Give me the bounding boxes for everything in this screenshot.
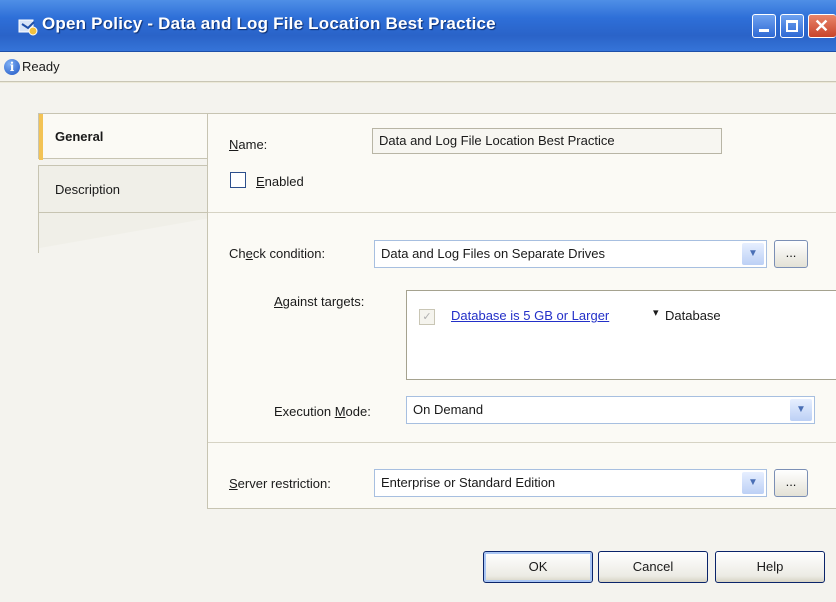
status-text: Ready bbox=[22, 59, 60, 74]
enabled-label[interactable]: Enabled bbox=[256, 174, 304, 189]
close-icon: ✕ bbox=[814, 16, 830, 36]
tab-general[interactable]: General bbox=[38, 113, 209, 160]
check-condition-select[interactable]: Data and Log Files on Separate Drives ▼ bbox=[374, 240, 767, 268]
minimize-icon bbox=[759, 29, 769, 32]
check-condition-label: Check condition: bbox=[229, 246, 326, 261]
chevron-down-icon[interactable]: ▼ bbox=[742, 472, 764, 494]
name-label: Name: bbox=[229, 137, 268, 152]
enabled-checkbox[interactable] bbox=[230, 172, 246, 188]
server-restriction-browse-button[interactable]: ... bbox=[774, 469, 808, 497]
maximize-button[interactable] bbox=[780, 14, 804, 38]
chevron-down-icon[interactable]: ▼ bbox=[742, 243, 764, 265]
separator bbox=[208, 442, 836, 443]
against-targets-label: Against targets: bbox=[274, 294, 365, 309]
separator bbox=[208, 212, 836, 213]
policy-icon bbox=[18, 19, 38, 36]
general-panel: Name: Data and Log File Location Best Pr… bbox=[207, 113, 836, 509]
check-condition-browse-button[interactable]: ... bbox=[774, 240, 808, 268]
check-condition-value: Data and Log Files on Separate Drives bbox=[381, 246, 606, 261]
window-title: Open Policy - Data and Log File Location… bbox=[42, 14, 496, 33]
server-restriction-label: Server restriction: bbox=[229, 476, 331, 491]
execution-mode-select[interactable]: On Demand ▼ bbox=[406, 396, 815, 424]
tab-list-tail bbox=[38, 213, 208, 253]
ok-button[interactable]: OK bbox=[483, 551, 593, 583]
name-field[interactable]: Data and Log File Location Best Practice bbox=[372, 128, 722, 154]
close-button[interactable]: ✕ bbox=[808, 14, 836, 38]
execution-mode-label: Execution Mode: bbox=[274, 404, 371, 419]
chevron-down-icon[interactable]: ▼ bbox=[790, 399, 812, 421]
tab-general-label: General bbox=[55, 129, 104, 144]
cancel-button[interactable]: Cancel bbox=[598, 551, 708, 583]
title-bar[interactable]: Open Policy - Data and Log File Location… bbox=[0, 0, 836, 52]
chevron-down-icon[interactable]: ▾ bbox=[653, 306, 659, 319]
minimize-button[interactable] bbox=[752, 14, 776, 38]
help-button[interactable]: Help bbox=[715, 551, 825, 583]
target-checkbox[interactable]: ✓ bbox=[419, 309, 435, 325]
tab-description-label: Description bbox=[55, 182, 121, 197]
execution-mode-value: On Demand bbox=[413, 402, 484, 417]
maximize-icon bbox=[786, 20, 798, 32]
info-icon: i bbox=[4, 59, 20, 75]
targets-list[interactable]: ✓ Database is 5 GB or Larger ▾ Database bbox=[406, 290, 836, 380]
tab-list: General Description bbox=[38, 113, 209, 313]
status-bar: i Ready bbox=[0, 52, 836, 82]
dialog-content: General Description Name: Data and Log F… bbox=[0, 83, 836, 602]
tab-description[interactable]: Description bbox=[38, 165, 208, 213]
server-restriction-value: Enterprise or Standard Edition bbox=[381, 475, 556, 490]
target-type: Database bbox=[665, 308, 721, 323]
server-restriction-select[interactable]: Enterprise or Standard Edition ▼ bbox=[374, 469, 767, 497]
target-link[interactable]: Database is 5 GB or Larger bbox=[451, 308, 609, 323]
